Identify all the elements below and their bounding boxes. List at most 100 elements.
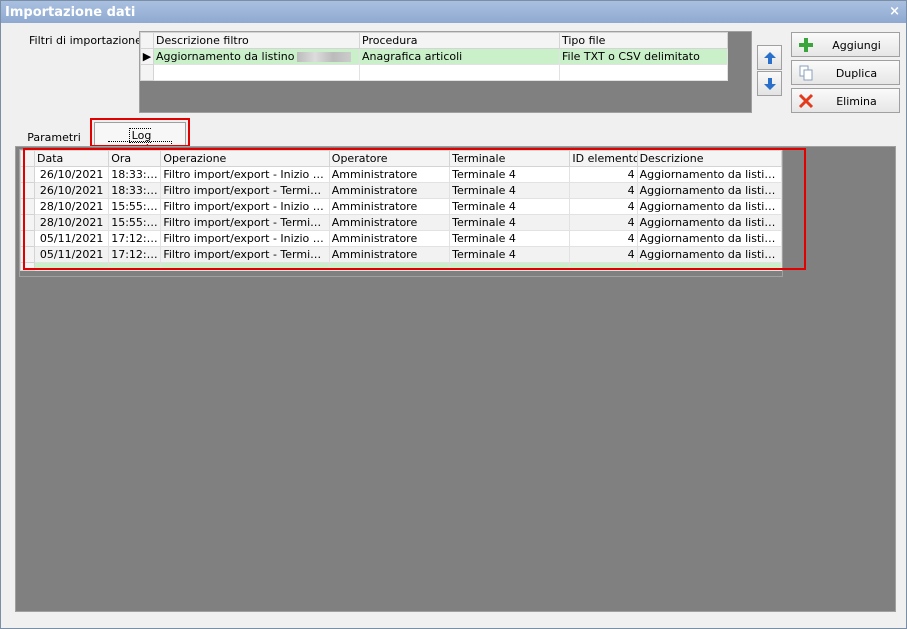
- log-cell-terminale[interactable]: Terminale 4: [449, 182, 571, 199]
- duplicate-label: Duplica: [835, 67, 878, 80]
- log-cell-ora[interactable]: 17:12:44: [108, 230, 162, 247]
- log-cell-operazione[interactable]: Filtro import/export - Inizio ese...: [160, 230, 330, 247]
- row-indicator: [19, 198, 36, 215]
- empty-cell[interactable]: [559, 64, 728, 81]
- log-cell-data[interactable]: 28/10/2021: [34, 214, 110, 231]
- empty-cell[interactable]: [328, 262, 451, 271]
- log-row[interactable]: 05/11/2021 17:12:44 Filtro import/export -…: [19, 230, 783, 247]
- empty-cell[interactable]: [359, 64, 560, 81]
- empty-cell[interactable]: [636, 262, 783, 271]
- log-row[interactable]: 26/10/2021 18:33:44 Filtro import/export -…: [19, 166, 783, 183]
- col-id-elemento[interactable]: ID elemento: [569, 150, 638, 167]
- col-descrizione-filtro[interactable]: Descrizione filtro: [153, 32, 360, 49]
- empty-cell[interactable]: [153, 64, 360, 81]
- filter-row[interactable]: ▶ Aggiornamento da listino Anagrafica ar…: [140, 48, 728, 65]
- move-up-button[interactable]: [757, 45, 782, 70]
- add-button[interactable]: Aggiungi: [791, 32, 900, 57]
- log-row[interactable]: 28/10/2021 15:55:12 Filtro import/export -…: [19, 214, 783, 231]
- filter-new-row[interactable]: [140, 64, 728, 81]
- log-cell-operazione[interactable]: Filtro import/export - Termine ...: [160, 246, 330, 263]
- filter-filetype-cell[interactable]: File TXT o CSV delimitato: [559, 48, 728, 65]
- filters-grid[interactable]: Descrizione filtro Procedura Tipo file ▶…: [139, 31, 752, 113]
- log-cell-operatore[interactable]: Amministratore: [328, 214, 451, 231]
- log-row[interactable]: 26/10/2021 18:33:46 Filtro import/export -…: [19, 182, 783, 199]
- log-cell-terminale[interactable]: Terminale 4: [449, 214, 571, 231]
- log-cell-data[interactable]: 26/10/2021: [34, 182, 110, 199]
- delete-label: Elimina: [836, 95, 877, 108]
- log-cell-id[interactable]: 4: [569, 214, 638, 231]
- log-cell-descrizione[interactable]: Aggiornamento da listino ...: [636, 166, 783, 183]
- log-cell-operazione[interactable]: Filtro import/export - Inizio ese...: [160, 198, 330, 215]
- row-indicator: [19, 230, 36, 247]
- log-cell-terminale[interactable]: Terminale 4: [449, 166, 571, 183]
- log-cell-id[interactable]: 4: [569, 230, 638, 247]
- col-descrizione[interactable]: Descrizione: [636, 150, 783, 167]
- row-indicator: [19, 246, 36, 263]
- log-cell-operazione[interactable]: Filtro import/export - Termine ...: [160, 182, 330, 199]
- log-cell-terminale[interactable]: Terminale 4: [449, 198, 571, 215]
- log-cell-descrizione[interactable]: Aggiornamento da listino ...: [636, 198, 783, 215]
- col-operazione[interactable]: Operazione: [160, 150, 330, 167]
- close-icon[interactable]: ×: [889, 4, 900, 19]
- filters-label: Filtri di importazione :: [29, 34, 150, 47]
- move-down-button[interactable]: [757, 71, 782, 96]
- log-cell-descrizione[interactable]: Aggiornamento da listino ...: [636, 246, 783, 263]
- empty-cell[interactable]: [160, 262, 330, 271]
- log-cell-descrizione[interactable]: Aggiornamento da listino ...: [636, 214, 783, 231]
- log-cell-ora[interactable]: 15:55:11: [108, 198, 162, 215]
- col-data[interactable]: Data: [34, 150, 110, 167]
- log-cell-descrizione[interactable]: Aggiornamento da listino ...: [636, 182, 783, 199]
- log-cell-terminale[interactable]: Terminale 4: [449, 246, 571, 263]
- log-cell-terminale[interactable]: Terminale 4: [449, 230, 571, 247]
- arrow-up-icon: [763, 51, 776, 64]
- log-cell-data[interactable]: 05/11/2021: [34, 246, 110, 263]
- x-icon: [798, 93, 814, 109]
- log-cell-operatore[interactable]: Amministratore: [328, 246, 451, 263]
- log-cell-operazione[interactable]: Filtro import/export - Inizio ese...: [160, 166, 330, 183]
- col-tipo-file[interactable]: Tipo file: [559, 32, 728, 49]
- log-row[interactable]: 05/11/2021 17:12:44 Filtro import/export -…: [19, 246, 783, 263]
- col-terminale[interactable]: Terminale: [449, 150, 571, 167]
- import-window: Importazione dati × Filtri di importazio…: [0, 0, 907, 629]
- log-cell-operazione[interactable]: Filtro import/export - Termine ...: [160, 214, 330, 231]
- row-indicator: [19, 166, 36, 183]
- log-grid[interactable]: Data Ora Operazione Operatore Terminale …: [19, 149, 783, 277]
- log-cell-data[interactable]: 26/10/2021: [34, 166, 110, 183]
- log-new-row[interactable]: [19, 262, 783, 271]
- filter-description-cell[interactable]: Aggiornamento da listino: [153, 48, 360, 65]
- log-cell-data[interactable]: 28/10/2021: [34, 198, 110, 215]
- log-cell-ora[interactable]: 15:55:12: [108, 214, 162, 231]
- tab-log-esecuzione[interactable]: Log esecuzione: [94, 122, 186, 156]
- redacted-text: [297, 52, 352, 62]
- empty-cell[interactable]: [569, 262, 638, 271]
- log-cell-operatore[interactable]: Amministratore: [328, 198, 451, 215]
- arrow-down-icon: [763, 77, 776, 90]
- log-cell-operatore[interactable]: Amministratore: [328, 166, 451, 183]
- delete-button[interactable]: Elimina: [791, 88, 900, 113]
- col-ora[interactable]: Ora: [108, 150, 162, 167]
- log-cell-operatore[interactable]: Amministratore: [328, 182, 451, 199]
- row-indicator: [19, 182, 36, 199]
- log-cell-id[interactable]: 4: [569, 198, 638, 215]
- log-cell-descrizione[interactable]: Aggiornamento da listino ...: [636, 230, 783, 247]
- log-cell-id[interactable]: 4: [569, 182, 638, 199]
- log-cell-id[interactable]: 4: [569, 166, 638, 183]
- log-cell-id[interactable]: 4: [569, 246, 638, 263]
- empty-cell[interactable]: [108, 262, 162, 271]
- col-operatore[interactable]: Operatore: [328, 150, 451, 167]
- log-cell-operatore[interactable]: Amministratore: [328, 230, 451, 247]
- log-cell-ora[interactable]: 18:33:44: [108, 166, 162, 183]
- window-title: Importazione dati: [5, 5, 136, 20]
- log-cell-ora[interactable]: 17:12:44: [108, 246, 162, 263]
- plus-icon: [799, 38, 813, 52]
- row-indicator: [140, 64, 154, 81]
- filter-procedure-cell[interactable]: Anagrafica articoli: [359, 48, 560, 65]
- log-cell-data[interactable]: 05/11/2021: [34, 230, 110, 247]
- log-cell-ora[interactable]: 18:33:46: [108, 182, 162, 199]
- tab-parametri-filtro[interactable]: Parametri filtro: [15, 126, 93, 157]
- empty-cell[interactable]: [449, 262, 571, 271]
- log-row[interactable]: 28/10/2021 15:55:11 Filtro import/export -…: [19, 198, 783, 215]
- col-procedura[interactable]: Procedura: [359, 32, 560, 49]
- empty-cell[interactable]: [34, 262, 110, 271]
- duplicate-button[interactable]: Duplica: [791, 60, 900, 85]
